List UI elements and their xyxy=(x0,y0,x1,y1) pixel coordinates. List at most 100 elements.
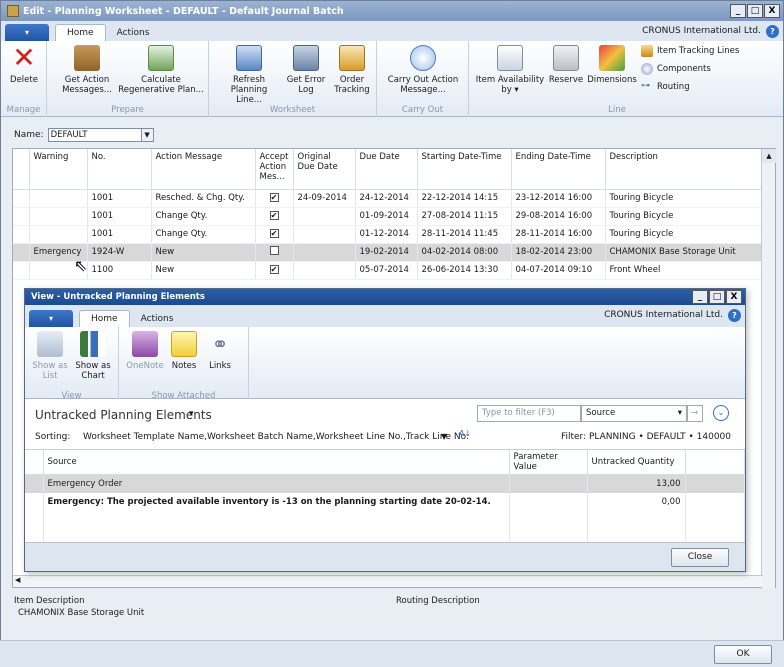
links-button[interactable]: ⚭ Links xyxy=(203,331,237,371)
name-select[interactable]: DEFAULT ▼ xyxy=(47,128,154,142)
dimensions-icon xyxy=(599,45,625,71)
table-row[interactable]: 1001 Resched. & Chg. Qty. ✔ 24-09-2014 2… xyxy=(13,189,762,208)
start-cell: 26-06-2014 13:30 xyxy=(417,261,512,280)
chevron-down-icon[interactable]: ▾ xyxy=(678,406,682,421)
col-ending-date-time[interactable]: Ending Date-Time xyxy=(511,149,606,190)
filter-input[interactable]: Type to filter (F3) xyxy=(477,405,581,422)
ok-button[interactable]: OK xyxy=(714,645,772,664)
row-selector-header xyxy=(13,149,30,190)
child-help-icon[interactable]: ? xyxy=(728,309,741,322)
child-title: View - Untracked Planning Elements xyxy=(31,292,205,302)
chevron-down-icon[interactable]: ▼ xyxy=(441,432,447,441)
col-warning[interactable]: Warning xyxy=(29,149,88,190)
filter-field-select[interactable]: Source ▾ xyxy=(581,405,687,422)
tab-home[interactable]: Home xyxy=(55,24,106,41)
col-action-message[interactable]: Action Message xyxy=(151,149,256,190)
item-availability-by-button[interactable]: Item Availability by ▾ xyxy=(475,45,545,95)
table-row-selected[interactable]: Emergency 1924-W New 19-02-2014 04-02-20… xyxy=(13,243,762,262)
child-close-window-button[interactable]: X xyxy=(726,290,742,304)
main-footer: OK xyxy=(0,640,784,667)
col-no[interactable]: No. xyxy=(87,149,152,190)
col-accept-action-message[interactable]: Accept Action Mes... xyxy=(255,149,294,190)
tracking-lines-icon xyxy=(641,45,653,57)
chevron-down-icon[interactable]: ▼ xyxy=(140,129,153,141)
scroll-left-icon[interactable]: ◀ xyxy=(15,576,20,584)
order-tracking-button[interactable]: Order Tracking xyxy=(331,45,373,95)
grid-vertical-scrollbar[interactable]: ▲ xyxy=(761,149,776,589)
accept-checkbox[interactable]: ✔ xyxy=(269,193,279,202)
col-description[interactable]: Description xyxy=(605,149,762,190)
untracked-planning-elements-window: View - Untracked Planning Elements _ □ X… xyxy=(24,288,746,572)
maximize-button[interactable]: □ xyxy=(747,4,763,18)
table-row[interactable]: 1001 Change Qty. ✔ 01-09-2014 27-08-2014… xyxy=(13,207,762,226)
app-menu-button[interactable]: ▾ xyxy=(5,24,49,41)
page-title: Untracked Planning Elements xyxy=(35,408,212,422)
col-original-due-date[interactable]: Original Due Date xyxy=(293,149,356,190)
refresh-planning-line-button[interactable]: Refresh Planning Line... xyxy=(217,45,281,105)
action-cell: Change Qty. xyxy=(151,207,256,226)
qty-cell: 13,00 xyxy=(587,474,686,493)
col-untracked-quantity[interactable]: Untracked Quantity xyxy=(587,450,686,475)
tab-actions[interactable]: Actions xyxy=(106,25,161,41)
sort-az-icon[interactable]: A↓ xyxy=(459,429,471,438)
show-as-chart-button[interactable]: Show as Chart xyxy=(71,331,115,381)
sorting-value[interactable]: Worksheet Template Name,Worksheet Batch … xyxy=(83,432,469,442)
table-row-selected[interactable]: Emergency Order 13,00 xyxy=(25,474,745,493)
carry-out-action-message-button[interactable]: Carry Out Action Message... xyxy=(383,45,463,95)
end-cell: 04-07-2014 09:10 xyxy=(511,261,606,280)
col-source[interactable]: Source xyxy=(43,450,510,475)
accept-checkbox[interactable] xyxy=(269,246,279,255)
accept-checkbox[interactable]: ✔ xyxy=(269,265,279,274)
child-minimize-button[interactable]: _ xyxy=(692,290,708,304)
get-action-messages-button[interactable]: Get Action Messages... xyxy=(57,45,117,95)
table-row[interactable]: 1001 Change Qty. ✔ 01-12-2014 28-11-2014… xyxy=(13,225,762,244)
components-button[interactable]: Components xyxy=(641,63,711,75)
onenote-button[interactable]: OneNote xyxy=(125,331,165,371)
untracked-elements-table: Source Parameter Value Untracked Quantit… xyxy=(25,450,745,547)
close-button[interactable]: Close xyxy=(671,548,729,567)
table-row[interactable]: 1100 New ✔ 05-07-2014 26-06-2014 13:30 0… xyxy=(13,261,762,280)
delete-button[interactable]: ✕ Delete xyxy=(7,44,41,86)
dimensions-button[interactable]: Dimensions xyxy=(587,45,637,85)
child-app-menu-button[interactable]: ▾ xyxy=(29,310,73,327)
col-starting-date-time[interactable]: Starting Date-Time xyxy=(417,149,512,190)
group-line: Item Availability by ▾ Reserve Dimension… xyxy=(475,45,740,115)
reserve-button[interactable]: Reserve xyxy=(547,45,585,85)
no-cell: 1001 xyxy=(87,189,152,208)
apply-filter-button[interactable]: → xyxy=(687,405,703,422)
item-tracking-lines-button[interactable]: Item Tracking Lines xyxy=(641,45,739,57)
start-cell: 22-12-2014 14:15 xyxy=(417,189,512,208)
minimize-button[interactable]: _ xyxy=(730,4,746,18)
grid-horizontal-scrollbar[interactable]: ◀ xyxy=(13,575,763,587)
col-due-date[interactable]: Due Date xyxy=(355,149,418,190)
reserve-icon xyxy=(553,45,579,71)
show-as-list-button[interactable]: Show as List xyxy=(31,331,69,381)
expand-filter-icon[interactable]: ⌄ xyxy=(713,405,729,421)
close-window-button[interactable]: X xyxy=(764,4,780,18)
warning-cell xyxy=(29,207,88,226)
scroll-up-icon[interactable]: ▲ xyxy=(762,149,776,163)
table-row[interactable]: Emergency: The projected available inven… xyxy=(25,492,745,511)
calculate-regenerative-plan-button[interactable]: Calculate Regenerative Plan... xyxy=(117,45,205,95)
orig-due-cell: 24-09-2014 xyxy=(293,189,356,208)
due-cell: 19-02-2014 xyxy=(355,243,418,262)
col-parameter-value[interactable]: Parameter Value xyxy=(509,450,588,475)
no-cell: 1001 xyxy=(87,225,152,244)
end-cell: 28-11-2014 16:00 xyxy=(511,225,606,244)
get-error-log-button[interactable]: Get Error Log xyxy=(285,45,327,95)
orig-due-cell xyxy=(293,207,356,226)
notes-button[interactable]: Notes xyxy=(167,331,201,371)
accept-checkbox[interactable]: ✔ xyxy=(269,229,279,238)
child-tab-home[interactable]: Home xyxy=(79,310,130,327)
chevron-down-icon[interactable]: ▾ xyxy=(189,409,194,419)
warning-cell xyxy=(29,225,88,244)
name-label: Name: xyxy=(14,130,44,140)
routing-button[interactable]: ⊶ Routing xyxy=(641,81,690,93)
planning-lines-table: Warning No. Action Message Accept Action… xyxy=(13,149,762,280)
orig-due-cell xyxy=(293,225,356,244)
child-tab-actions[interactable]: Actions xyxy=(130,311,185,327)
due-cell: 01-09-2014 xyxy=(355,207,418,226)
help-icon[interactable]: ? xyxy=(766,25,779,38)
accept-checkbox[interactable]: ✔ xyxy=(269,211,279,220)
child-maximize-button[interactable]: □ xyxy=(709,290,725,304)
